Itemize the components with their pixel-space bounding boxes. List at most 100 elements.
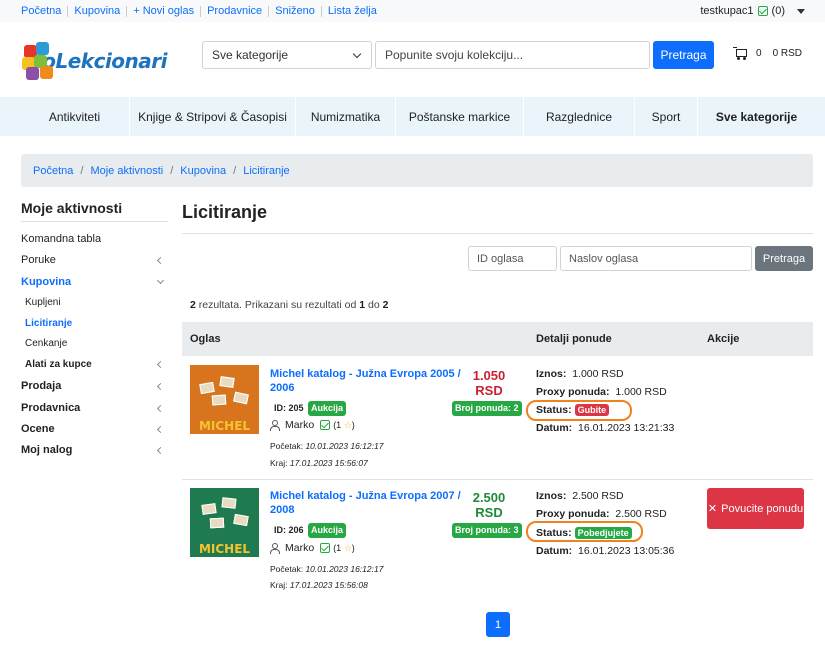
results-summary: 2 rezultata. Prikazani su rezultati od 1… [190, 299, 389, 311]
breadcrumb-home[interactable]: Početna [33, 165, 73, 177]
topnav-buying-link[interactable]: Kupovina [74, 5, 120, 17]
sidebar-sub-bidding[interactable]: Licitiranje [25, 318, 166, 329]
seller-info[interactable]: Marko (1 ☆) [270, 542, 355, 554]
star-icon: ☆ [343, 542, 352, 553]
top-bar: Početna Kupovina + Novi oglas Prodavnice… [0, 0, 825, 22]
user-icon [270, 543, 280, 554]
top-nav: Početna Kupovina + Novi oglas Prodavnice… [21, 5, 377, 17]
cart-total: 0 RSD [772, 48, 803, 59]
listing-thumbnail[interactable]: MICHEL [190, 488, 259, 557]
column-actions: Akcije [707, 333, 740, 345]
category-select[interactable]: Sve kategorije [202, 41, 372, 69]
sidebar-sub-tools[interactable]: Alati za kupce [25, 359, 166, 370]
chevron-left-icon [156, 446, 165, 454]
chevron-left-icon [156, 425, 165, 433]
chevron-down-icon [352, 49, 362, 59]
offer-amount: Iznos: 2.500 RSD [536, 490, 624, 502]
topnav-home-link[interactable]: Početna [21, 5, 61, 17]
seller-name: Marko [285, 419, 315, 431]
sidebar-item-buying[interactable]: Kupovina [21, 276, 166, 288]
offer-proxy: Proxy ponuda: 1.000 RSD [536, 386, 667, 398]
verified-icon [320, 420, 331, 430]
listing-id: ID: 206 [274, 525, 304, 535]
seller-rating: (1 ☆) [333, 419, 355, 430]
chevron-left-icon [156, 404, 165, 412]
table-header: Oglas Detalji ponude Akcije [182, 322, 813, 356]
category-antiques[interactable]: Antikviteti [20, 97, 130, 136]
seller-name: Marko [285, 542, 315, 554]
listing-title-link[interactable]: Michel katalog - Južna Evropa 2005 / 200… [270, 367, 466, 395]
sidebar-divider [21, 221, 168, 222]
chevron-down-icon [156, 276, 165, 285]
listing-price: 2.500 RSD [472, 490, 506, 520]
category-numismatics[interactable]: Numizmatika [296, 97, 396, 136]
row-divider [182, 479, 813, 480]
status-highlight [526, 521, 643, 542]
breadcrumb-activities[interactable]: Moje aktivnosti [90, 165, 163, 177]
breadcrumb: Početna / Moje aktivnosti / Kupovina / Lici… [21, 154, 813, 187]
verified-icon [757, 6, 768, 16]
breadcrumb-bidding[interactable]: Licitiranje [243, 165, 289, 177]
topnav-new-ad-link[interactable]: + Novi oglas [133, 5, 194, 17]
auction-start: Početak: 10.01.2023 16:12:17 [270, 441, 384, 451]
sidebar-item-dashboard[interactable]: Komandna tabla [21, 233, 166, 245]
column-ad: Oglas [190, 333, 221, 345]
category-books[interactable]: Knjige & Stripovi & Časopisi [130, 97, 296, 136]
bid-count-badge: Broj ponuda: 2 [452, 401, 522, 416]
site-logo[interactable]: KoLekcionari [22, 40, 167, 82]
user-icon [270, 420, 280, 431]
bid-count-badge: Broj ponuda: 3 [452, 523, 522, 538]
seller-rating: (1 ☆) [333, 542, 355, 553]
breadcrumb-buying[interactable]: Kupovina [180, 165, 226, 177]
filter-search-button[interactable]: Pretraga [755, 246, 813, 271]
user-count: (0) [771, 5, 785, 17]
listing-thumbnail[interactable]: MICHEL [190, 365, 259, 434]
withdraw-bid-button[interactable]: ✕ Povucite ponudu [707, 488, 804, 529]
category-stamps[interactable]: Poštanske markice [396, 97, 524, 136]
sidebar-item-shop[interactable]: Prodavnica [21, 402, 166, 414]
pagination-page-1[interactable]: 1 [486, 612, 510, 637]
username: testkupac1 [700, 5, 754, 17]
sidebar-item-messages[interactable]: Poruke [21, 254, 166, 266]
category-postcards[interactable]: Razglednice [524, 97, 635, 136]
page-title: Licitiranje [182, 202, 268, 222]
category-nav: Antikviteti Knjige & Stripovi & Časopisi… [0, 97, 825, 136]
chevron-left-icon [156, 256, 165, 264]
title-divider [182, 233, 813, 234]
ad-id-input[interactable] [468, 246, 557, 271]
sidebar-sub-bought[interactable]: Kupljeni [25, 297, 166, 308]
search-input[interactable] [375, 41, 650, 69]
topnav-wishlist-link[interactable]: Lista želja [328, 5, 377, 17]
offer-date: Datum: 16.01.2023 13:05:36 [536, 545, 675, 557]
sidebar-item-account[interactable]: Moj nalog [21, 444, 166, 456]
cart[interactable]: 0 0 RSD [733, 47, 802, 60]
sidebar-title: Moje aktivnosti [21, 200, 123, 216]
offer-amount: Iznos: 1.000 RSD [536, 368, 624, 380]
sidebar-sub-haggling[interactable]: Cenkanje [25, 338, 166, 349]
star-icon: ☆ [343, 419, 352, 430]
topnav-discount-link[interactable]: Sniženo [275, 5, 315, 17]
topnav-shops-link[interactable]: Prodavnice [207, 5, 262, 17]
seller-info[interactable]: Marko (1 ☆) [270, 419, 355, 431]
auction-end: Kraj: 17.01.2023 15:56:07 [270, 458, 368, 468]
cart-count: 0 [756, 48, 762, 59]
search-button[interactable]: Pretraga [653, 41, 714, 69]
category-sport[interactable]: Sport [635, 97, 698, 136]
category-all[interactable]: Sve kategorije [698, 97, 815, 136]
auction-end: Kraj: 17.01.2023 15:56:08 [270, 580, 368, 590]
chevron-left-icon [156, 382, 165, 390]
status-highlight [526, 400, 632, 421]
listing-price: 1.050 RSD [472, 368, 506, 398]
listing-id: ID: 205 [274, 403, 304, 413]
category-select-value: Sve kategorije [212, 48, 289, 62]
caret-down-icon [797, 8, 805, 14]
auction-start: Početak: 10.01.2023 16:12:17 [270, 564, 384, 574]
sidebar-item-ratings[interactable]: Ocene [21, 423, 166, 435]
chevron-left-icon [156, 360, 165, 369]
ad-title-input[interactable] [560, 246, 752, 271]
user-menu[interactable]: testkupac1 (0) [700, 5, 805, 17]
listing-title-link[interactable]: Michel katalog - Južna Evropa 2007 / 200… [270, 489, 466, 517]
sidebar-item-selling[interactable]: Prodaja [21, 380, 166, 392]
offer-date: Datum: 16.01.2023 13:21:33 [536, 422, 675, 434]
auction-badge: Aukcija [308, 401, 347, 416]
